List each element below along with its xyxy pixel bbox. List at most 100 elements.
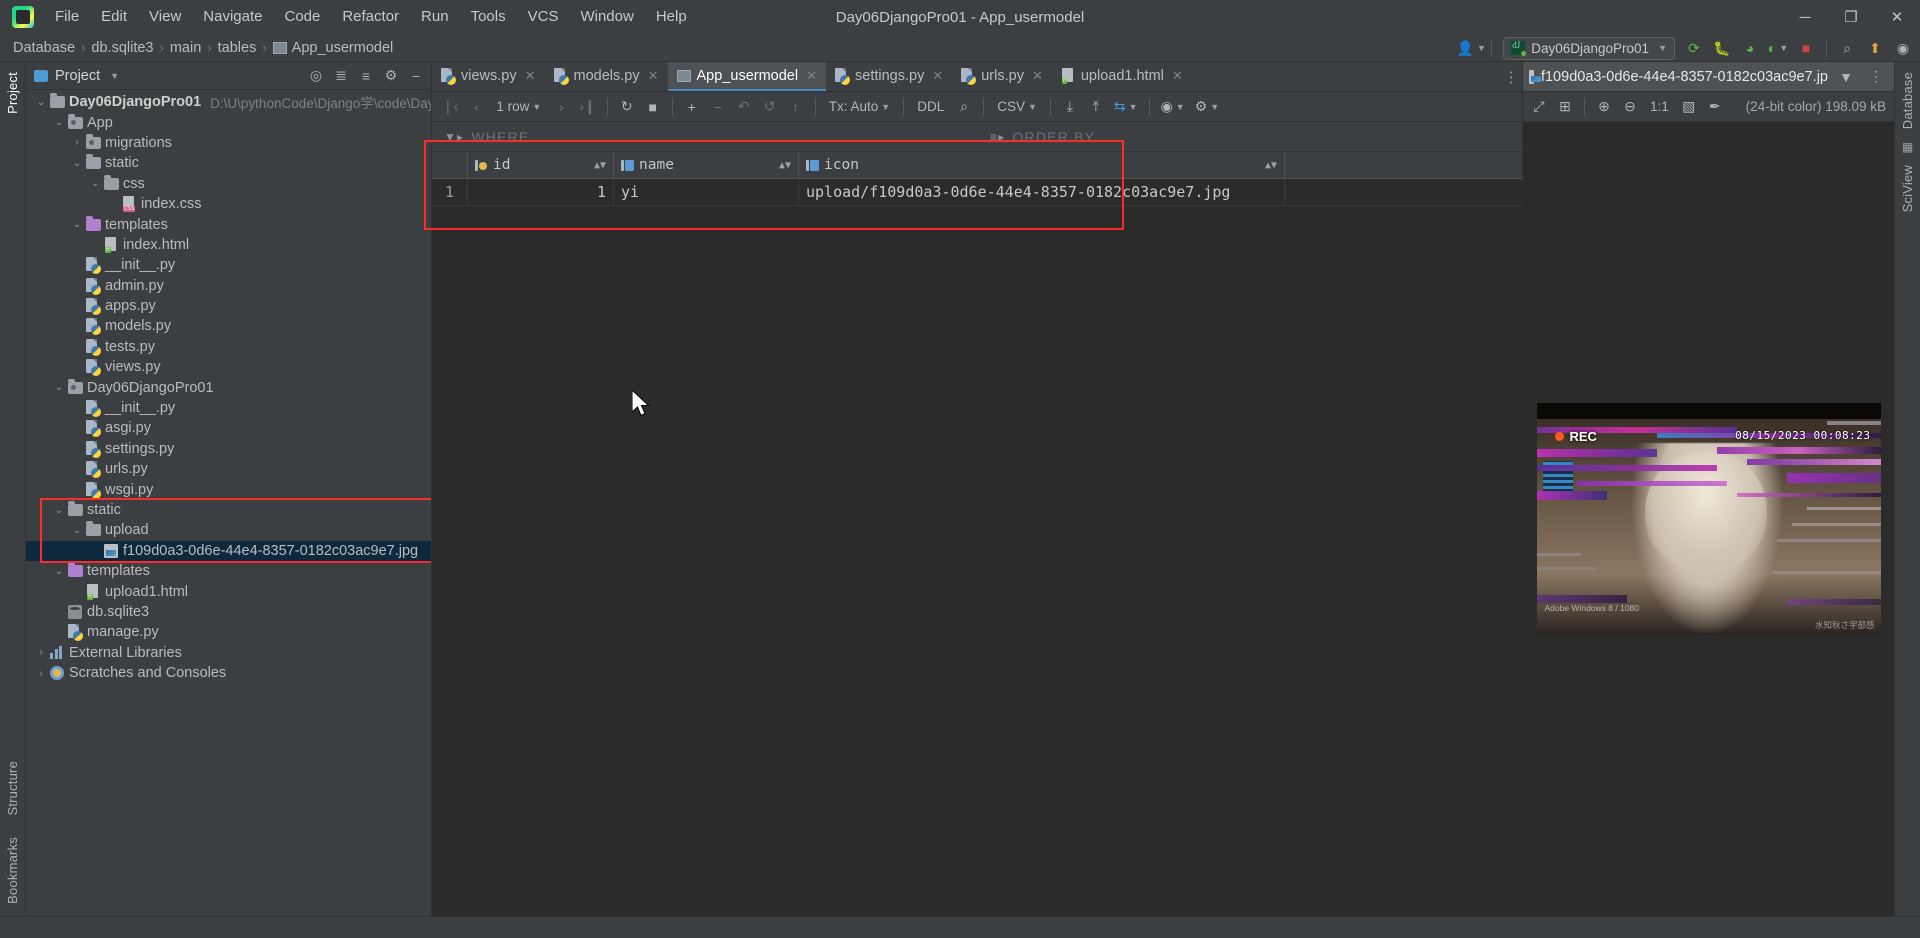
profile-button[interactable]: ◐ ▼ [1765,36,1791,60]
delete-row-button[interactable]: − [706,95,730,119]
tree-item-manage-py[interactable]: manage.py [26,622,431,642]
add-row-button[interactable]: + [680,95,704,119]
zoom-in-icon[interactable]: ⊕ [1592,95,1616,119]
editor-tab-overflow-icon[interactable]: ⋮ [1500,62,1522,91]
menu-item-help[interactable]: Help [645,3,698,31]
editor-tab-views-py[interactable]: views.py ✕ [432,62,545,91]
breadcrumb-app-usermodel[interactable]: App_usermodel [270,39,397,57]
breadcrumb-db-sqlite3[interactable]: db.sqlite3 [88,39,156,57]
chevron-down-icon[interactable]: ⌄ [70,219,84,230]
menu-item-edit[interactable]: Edit [90,3,138,31]
editor-tab-app-usermodel[interactable]: App_usermodel ✕ [667,62,826,91]
chevron-down-icon[interactable]: ⌄ [34,97,48,108]
tree-item-external-libraries[interactable]: › External Libraries [26,643,431,663]
import-from-file-icon[interactable]: ⤒ [1084,95,1108,119]
result-grid[interactable]: id ▲▼ name ▲▼ icon ▲▼ 1 1 yi upload/f109… [432,152,1522,206]
tree-item-css[interactable]: ⌄ css [26,174,431,194]
breadcrumb-main[interactable]: main [167,39,204,57]
transaction-mode-selector[interactable]: Tx: Auto ▼ [823,95,896,119]
zoom-out-icon[interactable]: ⊖ [1618,95,1642,119]
project-tree[interactable]: ⌄ Day06DjangoPro01 D:\U\pythonCode\Django学… [26,90,431,916]
close-icon[interactable]: ✕ [1032,68,1043,84]
close-button[interactable]: ✕ [1874,0,1920,34]
close-icon[interactable]: ✕ [648,68,659,84]
tree-item-day06djangopro01[interactable]: ⌄ Day06DjangoPro01 [26,377,431,397]
table-row[interactable]: 1 1 yi upload/f109d0a3-0d6e-44e4-8357-01… [432,179,1522,206]
chevron-down-icon[interactable]: ⌄ [52,117,66,128]
chevron-down-icon[interactable]: ⌄ [88,178,102,189]
tool-window-button-project[interactable]: Project [5,66,20,120]
menu-item-refactor[interactable]: Refactor [331,3,410,31]
tree-item-day06djangopro01[interactable]: ⌄ Day06DjangoPro01 D:\U\pythonCode\Django学… [26,92,431,112]
cell-name[interactable]: yi [614,179,799,205]
sort-indicator-icon[interactable]: ▲▼ [773,160,791,171]
menu-item-view[interactable]: View [138,3,192,31]
tool-window-button-structure[interactable]: Structure [5,755,20,822]
next-page-button[interactable]: › [549,95,573,119]
view-options-icon[interactable]: ◉ ▼ [1157,95,1189,119]
tree-item-upload[interactable]: ⌄ upload [26,520,431,540]
tree-item-views-py[interactable]: views.py [26,357,431,377]
grid-header-id[interactable]: id ▲▼ [468,152,614,178]
tool-window-button-sciview[interactable]: SciView [1900,159,1915,218]
search-icon[interactable]: ⌕ [952,95,976,119]
sort-indicator-icon[interactable]: ▲▼ [588,160,606,171]
search-everywhere-icon[interactable]: ⌕ [1834,36,1860,60]
first-page-button[interactable]: ❘‹ [438,95,462,119]
tab-list-chevron-icon[interactable]: ▼ [1834,65,1858,89]
chevron-down-icon[interactable]: ⌄ [70,158,84,169]
debug-button[interactable]: 🐛 [1709,36,1735,60]
close-icon[interactable]: ✕ [932,68,943,84]
tree-item-db-sqlite3[interactable]: db.sqlite3 [26,602,431,622]
project-settings-icon[interactable]: ⚙ [380,65,402,87]
close-icon[interactable]: ✕ [1172,68,1183,84]
update-project-icon[interactable]: ⬆ [1862,36,1888,60]
previous-page-button[interactable]: ‹ [464,95,488,119]
menu-item-window[interactable]: Window [569,3,644,31]
cell-id[interactable]: 1 [468,179,614,205]
toggle-grid-icon[interactable]: ⊞ [1553,95,1577,119]
breadcrumb-tables[interactable]: tables [215,39,260,57]
tree-item-static[interactable]: ⌄ static [26,500,431,520]
menu-item-vcs[interactable]: VCS [517,3,570,31]
tree-item-urls-py[interactable]: urls.py [26,459,431,479]
actual-size-button[interactable]: 1:1 [1644,95,1675,119]
tree-item-init-py[interactable]: __init__.py [26,255,431,275]
tree-item-models-py[interactable]: models.py [26,316,431,336]
chevron-right-icon[interactable]: › [34,668,48,679]
order-by-field[interactable]: ≡▸ ORDER BY [990,129,1095,145]
editor-tab-models-py[interactable]: models.py ✕ [545,62,668,91]
maximize-button[interactable]: ❐ [1828,0,1874,34]
tree-item-tests-py[interactable]: tests.py [26,337,431,357]
tree-item-upload1-html[interactable]: Hupload1.html [26,581,431,601]
tree-item-settings-py[interactable]: settings.py [26,439,431,459]
tool-window-button-bookmarks[interactable]: Bookmarks [5,831,20,910]
settings-icon[interactable]: ◉ [1890,36,1916,60]
image-tab[interactable]: f109d0a3-0d6e-44e4-8357-0182c03ac9e7.jp [1529,69,1828,85]
user-account-icon[interactable]: 👤 ▼ [1457,36,1486,60]
tree-item-templates[interactable]: ⌄ templates [26,561,431,581]
chevron-down-icon[interactable]: ⌄ [52,566,66,577]
tree-item-apps-py[interactable]: apps.py [26,296,431,316]
tree-item-migrations[interactable]: › migrations [26,133,431,153]
run-button[interactable]: ⟳ [1681,36,1707,60]
tree-item-f109d0a3-0d6e-44e4-8357-0182c03ac9e7-jpg[interactable]: f109d0a3-0d6e-44e4-8357-0182c03ac9e7.jpg [26,540,431,561]
toggle-transparency-icon[interactable]: ▧ [1677,95,1701,119]
tool-window-button-database[interactable]: Database [1900,66,1915,135]
modify-table-icon[interactable]: ⇆ ▼ [1110,95,1142,119]
menu-item-navigate[interactable]: Navigate [192,3,273,31]
tree-item-index-html[interactable]: Hindex.html [26,235,431,255]
data-settings-icon[interactable]: ⚙ ▼ [1191,95,1223,119]
grid-view-icon[interactable]: ▦ [1900,139,1916,155]
tree-item-admin-py[interactable]: admin.py [26,276,431,296]
menu-item-code[interactable]: Code [273,3,331,31]
export-to-file-icon[interactable]: ⤓ [1058,95,1082,119]
revert-changes-button[interactable]: ↶ [732,95,756,119]
editor-tab-upload1-html[interactable]: Hupload1.html ✕ [1052,62,1192,91]
tree-item-app[interactable]: ⌄ App [26,112,431,132]
menu-item-file[interactable]: File [44,3,90,31]
grid-header-icon[interactable]: icon ▲▼ [799,152,1285,178]
tree-item-wsgi-py[interactable]: wsgi.py [26,479,431,499]
minimize-button[interactable]: ─ [1782,0,1828,34]
stop-button[interactable]: ■ [1793,36,1819,60]
